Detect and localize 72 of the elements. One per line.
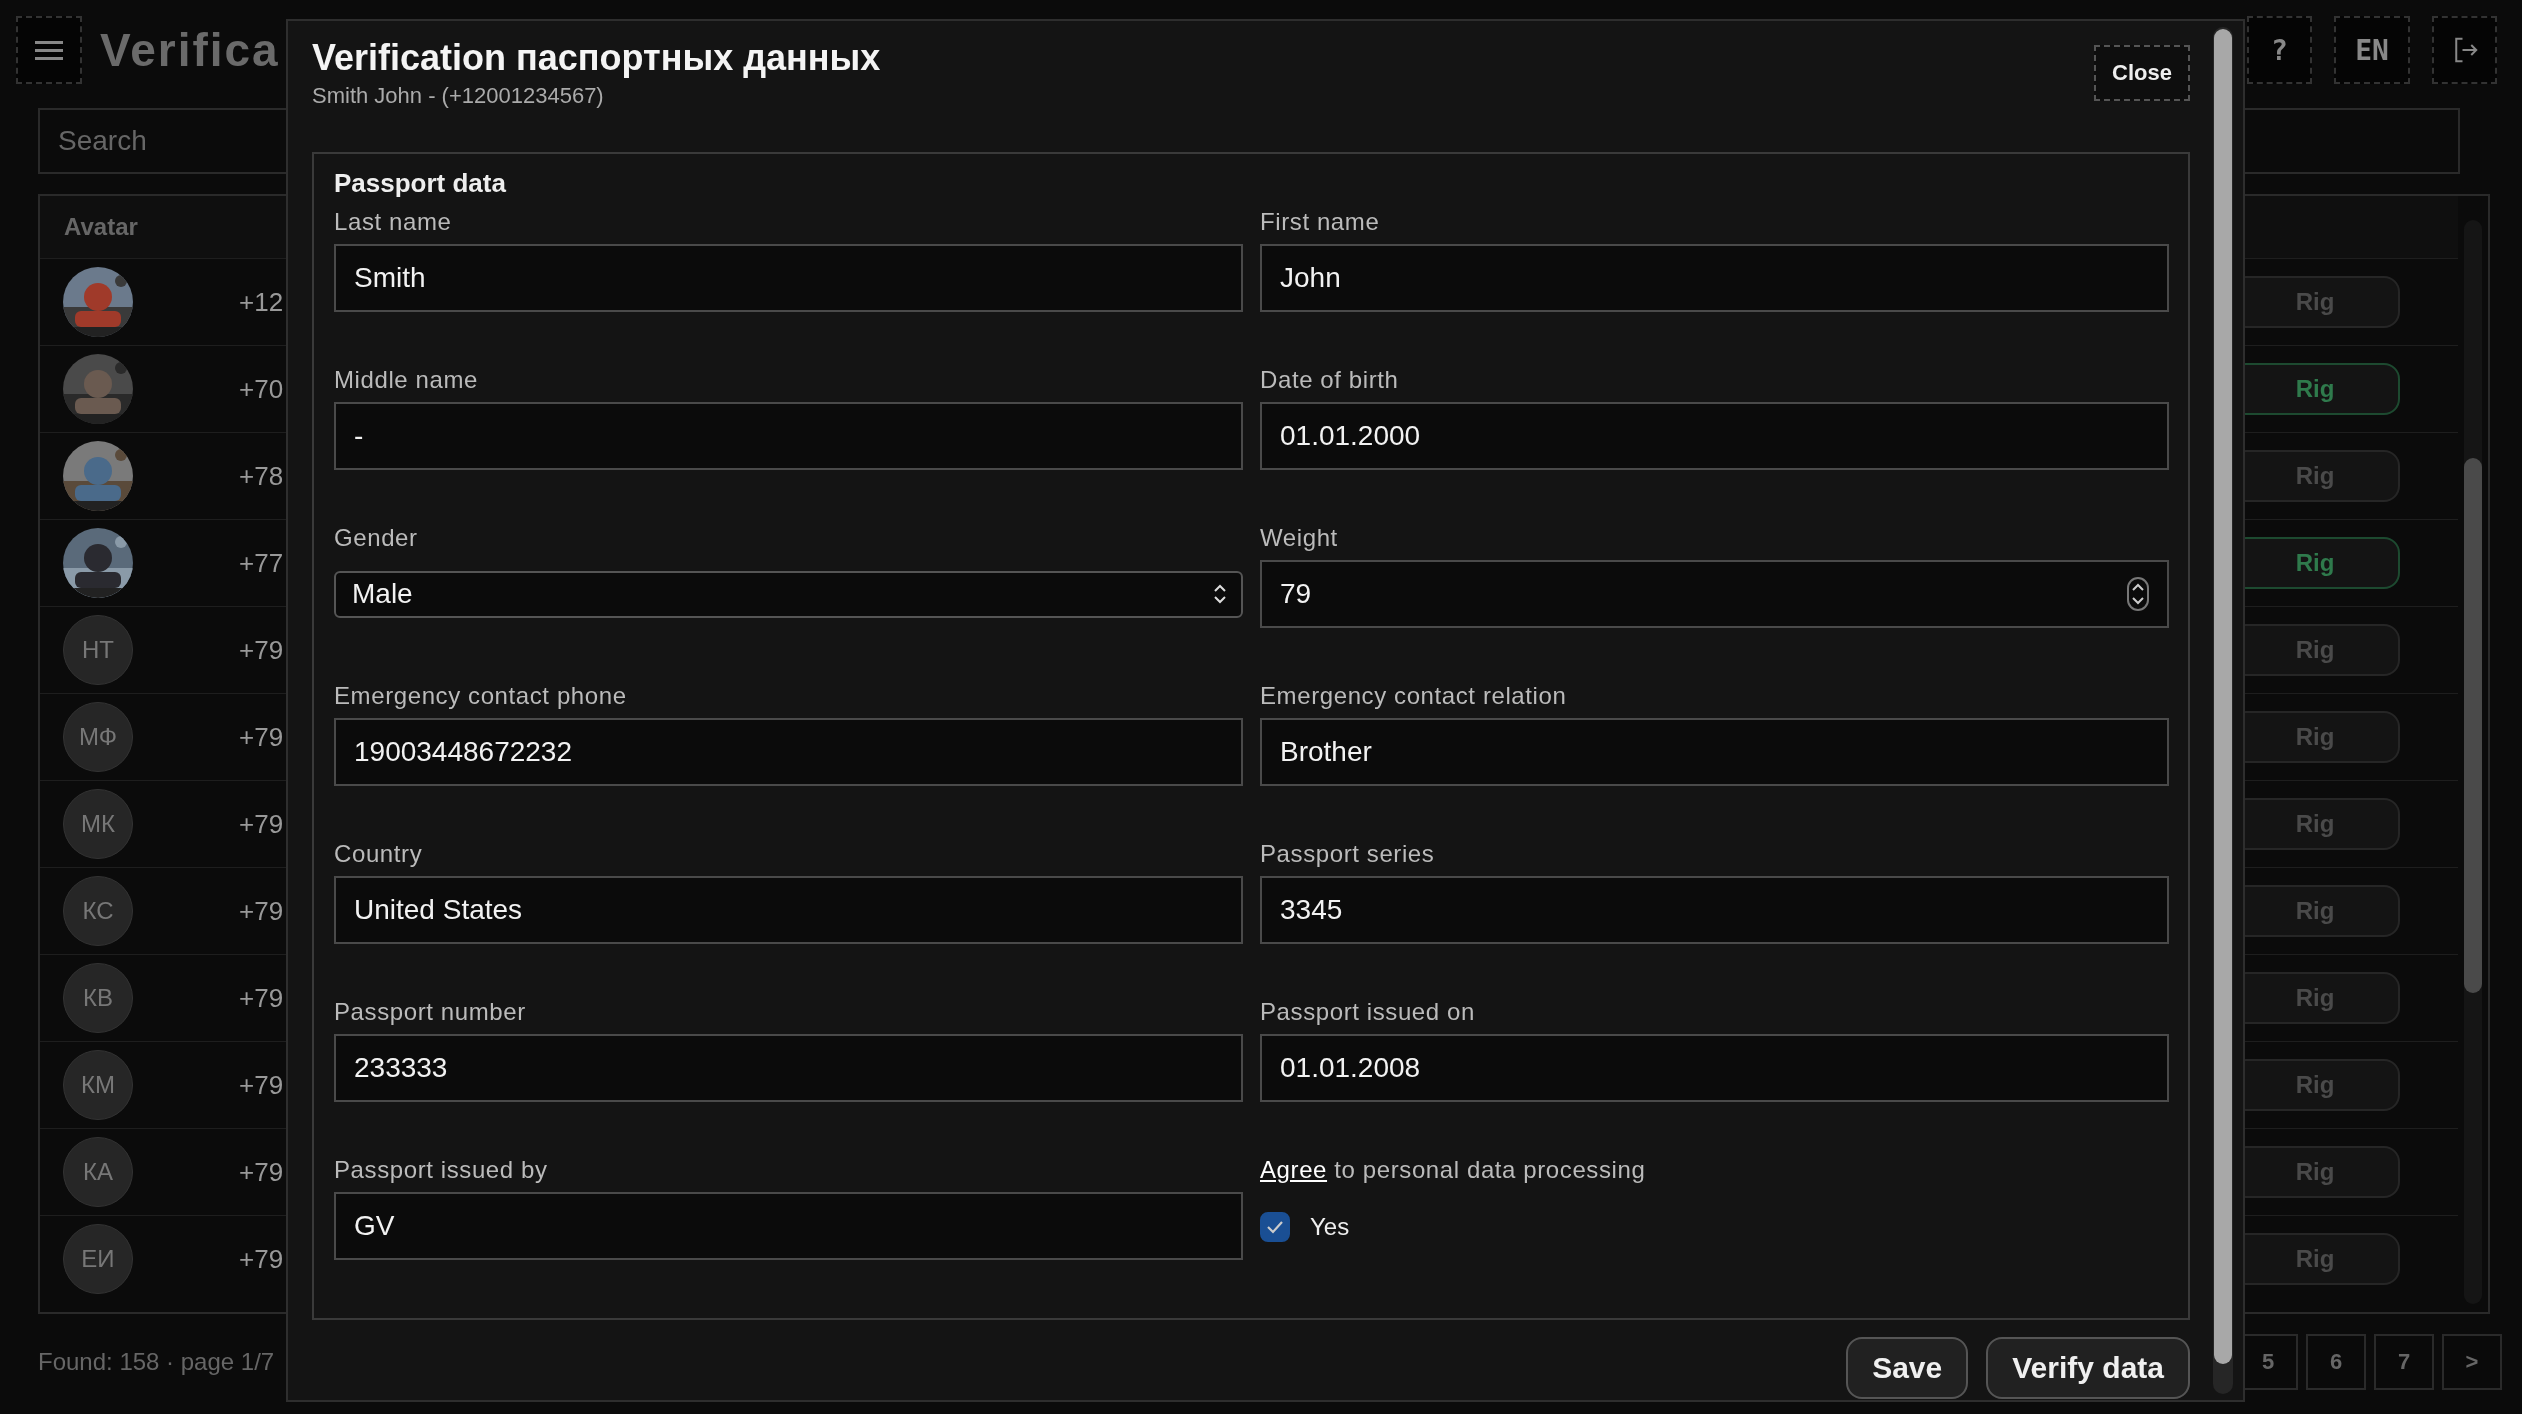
column-header: Avatar (64, 213, 138, 241)
avatar-initials: КМ (63, 1050, 133, 1120)
avatar-initials: МФ (63, 702, 133, 772)
scrollbar[interactable] (2464, 220, 2482, 1304)
avatar-initials: ЕИ (63, 1224, 133, 1294)
help-button[interactable]: ? (2247, 16, 2312, 84)
field-label: First name (1260, 208, 1381, 236)
phone-number: +79 (239, 1243, 284, 1275)
phone-number: +70 (239, 373, 284, 405)
field-label: Gender (334, 524, 419, 552)
input-field[interactable]: - (334, 402, 1243, 470)
phone-number: +12 (239, 286, 284, 318)
phone-number: +79 (239, 1156, 284, 1188)
input-field[interactable]: 19003448672232 (334, 718, 1243, 786)
dialog-title: Verification паспортных данных (312, 37, 881, 79)
phone-number: +79 (239, 982, 284, 1014)
action-button[interactable]: Save (1846, 1337, 1969, 1399)
field-label: Passport issued by (334, 1156, 549, 1184)
phone-number: +79 (239, 634, 284, 666)
field-label: Emergency contact phone (334, 682, 628, 710)
scrollbar[interactable] (2213, 27, 2233, 1394)
page-button[interactable]: 6 (2306, 1334, 2366, 1390)
action-button[interactable]: Verify data (1986, 1337, 2190, 1399)
gender-select[interactable]: Male (334, 570, 1243, 618)
logout-button[interactable] (2432, 16, 2497, 84)
avatar-initials: НТ (63, 615, 133, 685)
avatar-initials: КВ (63, 963, 133, 1033)
checkbox-label: Yes (1310, 1213, 1350, 1241)
input-field[interactable]: 01.01.2008 (1260, 1034, 2169, 1102)
page-button[interactable]: 7 (2374, 1334, 2434, 1390)
number-field[interactable]: 79 (1260, 560, 2169, 628)
field-label: Last name (334, 208, 453, 236)
field-label: Passport series (1260, 840, 1436, 868)
close-button[interactable]: Close (2094, 45, 2190, 101)
field-label: Weight (1260, 524, 1339, 552)
avatar-initials: КА (63, 1137, 133, 1207)
input-field[interactable]: GV (334, 1192, 1243, 1260)
menu-icon (35, 40, 63, 60)
input-field[interactable]: Brother (1260, 718, 2169, 786)
app-title: Verifica (100, 23, 280, 77)
avatar-initials: МК (63, 789, 133, 859)
section-title: Passport data (334, 168, 507, 200)
avatar-initials: КС (63, 876, 133, 946)
field-label: Middle name (334, 366, 479, 394)
agree-link[interactable]: Agree (1260, 1156, 1328, 1183)
page-button[interactable]: > (2442, 1334, 2502, 1390)
phone-number: +79 (239, 1069, 284, 1101)
input-field[interactable]: John (1260, 244, 2169, 312)
field-label: Date of birth (1260, 366, 1400, 394)
chevron-updown-icon (1213, 582, 1227, 606)
phone-number: +78 (239, 460, 284, 492)
input-field[interactable]: 01.01.2000 (1260, 402, 2169, 470)
input-field[interactable]: 233333 (334, 1034, 1243, 1102)
results-status: Found: 158 · page 1/7 (38, 1348, 275, 1376)
agree-text: to personal data processing (1334, 1156, 1646, 1183)
spinner-icon (2127, 577, 2149, 611)
phone-number: +79 (239, 721, 284, 753)
check-icon (1266, 1220, 1284, 1234)
input-field[interactable]: 3345 (1260, 876, 2169, 944)
field-label: Passport number (334, 998, 527, 1026)
phone-number: +79 (239, 895, 284, 927)
field-label: Country (334, 840, 424, 868)
field-label: Emergency contact relation (1260, 682, 1568, 710)
input-field[interactable]: Smith (334, 244, 1243, 312)
dialog-subtitle: Smith John - (+12001234567) (312, 83, 605, 109)
input-field[interactable]: United States (334, 876, 1243, 944)
field-label: Passport issued on (1260, 998, 1476, 1026)
phone-number: +79 (239, 808, 284, 840)
checkbox[interactable] (1260, 1212, 1290, 1242)
phone-number: +77 (239, 547, 284, 579)
menu-button[interactable] (16, 16, 82, 84)
language-button[interactable]: EN (2334, 16, 2410, 84)
